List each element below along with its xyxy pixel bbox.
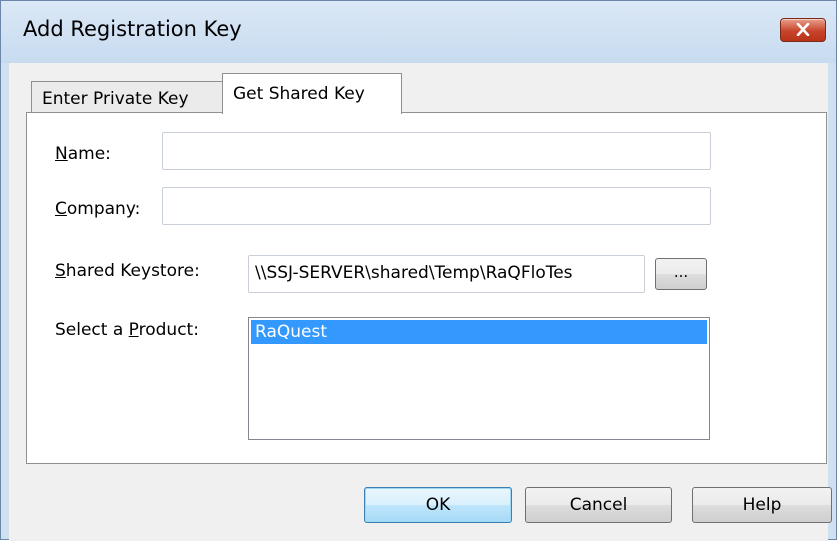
dialog-window: Add Registration Key Enter Private Key G… <box>0 0 837 541</box>
title-bar[interactable]: Add Registration Key <box>1 1 836 63</box>
cancel-button[interactable]: Cancel <box>525 487 672 523</box>
list-item[interactable]: RaQuest <box>251 320 707 344</box>
close-button[interactable] <box>780 18 826 42</box>
tab-panel: Name: Company: Shared Keystore: \\SSJ-SE… <box>26 112 827 464</box>
close-icon <box>796 23 810 36</box>
name-label: Name: <box>55 144 111 164</box>
shared-keystore-value: \\SSJ-SERVER\shared\Temp\RaQFloTes <box>255 263 573 283</box>
tab-enter-private-key[interactable]: Enter Private Key <box>31 81 225 113</box>
tab-label: Get Shared Key <box>233 84 365 104</box>
company-field[interactable] <box>162 187 711 225</box>
ok-button[interactable]: OK <box>364 487 512 523</box>
tab-get-shared-key[interactable]: Get Shared Key <box>222 73 402 114</box>
dialog-client-area: Enter Private Key Get Shared Key Name: C… <box>9 63 832 541</box>
list-item-label: RaQuest <box>255 322 327 342</box>
shared-keystore-field[interactable]: \\SSJ-SERVER\shared\Temp\RaQFloTes <box>248 255 645 293</box>
select-product-label: Select a Product: <box>55 320 199 340</box>
name-field[interactable] <box>162 132 711 170</box>
help-button[interactable]: Help <box>692 487 832 523</box>
browse-button[interactable]: ... <box>655 258 707 290</box>
shared-keystore-label: Shared Keystore: <box>55 261 200 281</box>
product-listbox[interactable]: RaQuest <box>248 317 710 440</box>
tab-label: Enter Private Key <box>42 89 189 109</box>
dialog-title: Add Registration Key <box>23 17 242 41</box>
company-label: Company: <box>55 199 141 219</box>
